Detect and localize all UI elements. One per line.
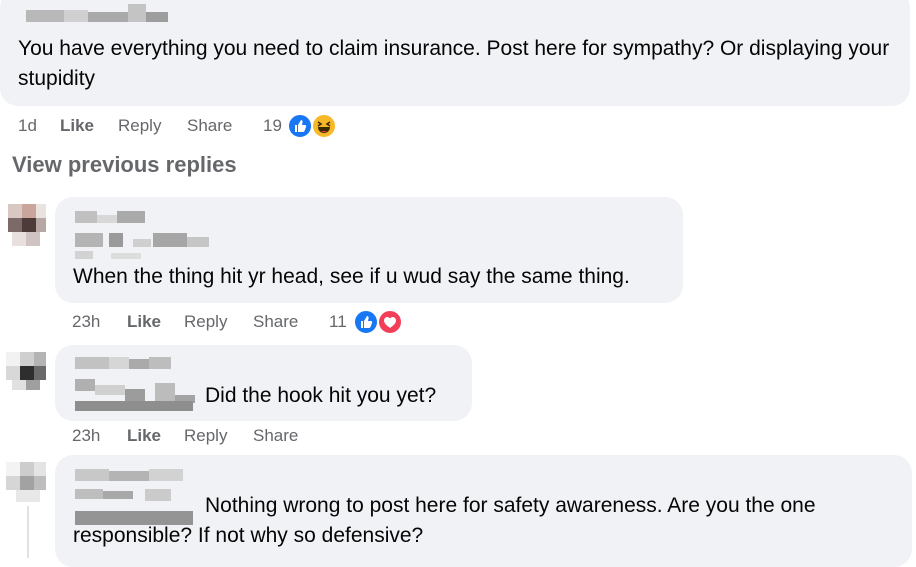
like-icon[interactable] xyxy=(287,113,313,139)
comment-bubble: When the thing hit yr head, see if u wud… xyxy=(55,197,683,303)
reply-button[interactable]: Reply xyxy=(184,426,227,446)
comment-actions: 23h Like Reply Share xyxy=(0,426,400,450)
view-previous-replies[interactable]: View previous replies xyxy=(12,152,237,178)
share-button[interactable]: Share xyxy=(253,312,298,332)
timestamp[interactable]: 23h xyxy=(72,312,100,332)
reply-button[interactable]: Reply xyxy=(184,312,227,332)
comment-text: Did the hook hit you yet? xyxy=(205,384,437,407)
like-button[interactable]: Like xyxy=(127,312,161,332)
comment-bubble: You have everything you need to claim in… xyxy=(0,0,910,106)
reply-button[interactable]: Reply xyxy=(118,116,161,136)
comment-text: When the thing hit yr head, see if u wud… xyxy=(73,265,630,288)
haha-icon[interactable] xyxy=(311,113,337,139)
comment-actions: 1d Like Reply Share 19 xyxy=(0,116,400,140)
reaction-count[interactable]: 19 xyxy=(263,116,282,136)
comment-text: You have everything you need to claim in… xyxy=(18,37,890,90)
like-button[interactable]: Like xyxy=(60,116,94,136)
comment-text: Nothing wrong to post here for safety aw… xyxy=(205,494,816,517)
reaction-count[interactable]: 11 xyxy=(329,312,347,332)
comment-bubble: Nothing wrong to post here for safety aw… xyxy=(55,455,912,567)
share-button[interactable]: Share xyxy=(187,116,232,136)
like-button[interactable]: Like xyxy=(127,426,161,446)
like-icon[interactable] xyxy=(353,309,379,335)
share-button[interactable]: Share xyxy=(253,426,298,446)
comment-bubble: Did the hook hit you yet? xyxy=(55,345,472,421)
thread-line xyxy=(27,506,29,558)
timestamp[interactable]: 23h xyxy=(72,426,100,446)
comment-text-line2: responsible? If not why so defensive? xyxy=(73,524,424,547)
love-icon[interactable] xyxy=(377,309,403,335)
timestamp[interactable]: 1d xyxy=(18,116,37,136)
